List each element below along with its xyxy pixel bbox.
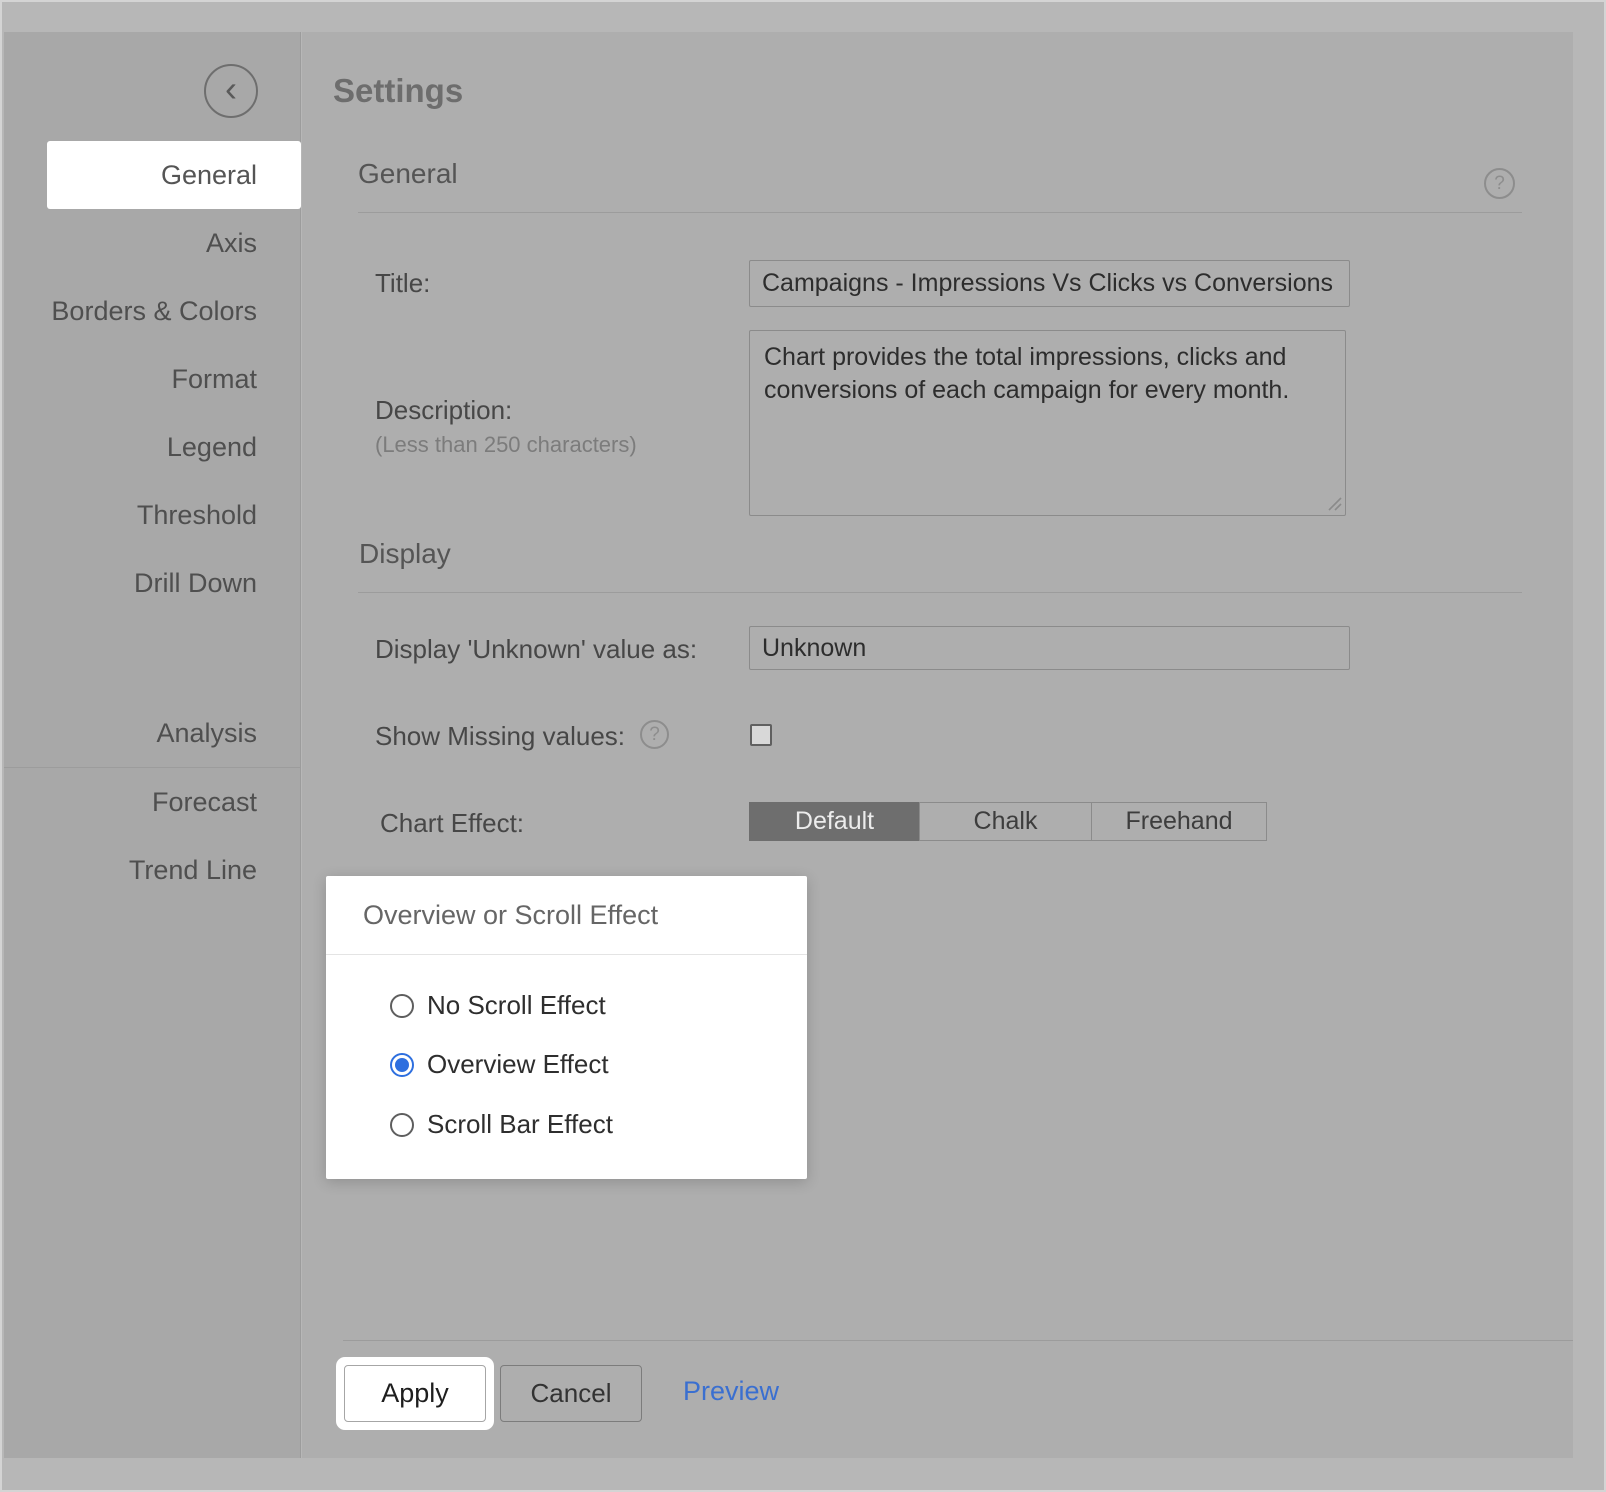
radio-label: No Scroll Effect (427, 990, 606, 1021)
scroll-effect-heading: Overview or Scroll Effect (363, 900, 658, 931)
sidebar-item-legend[interactable]: Legend (4, 413, 301, 481)
sidebar-item-threshold[interactable]: Threshold (4, 481, 301, 549)
chevron-left-icon: ‹ (225, 71, 237, 107)
missing-values-label: Show Missing values: (375, 721, 625, 752)
settings-dialog: ‹ General Axis Borders & Colors Format L… (0, 0, 1606, 1492)
description-textarea[interactable]: Chart provides the total impressions, cl… (749, 330, 1346, 516)
general-section-divider (358, 212, 1522, 213)
chart-effect-option-default[interactable]: Default (749, 802, 920, 841)
radio-label: Overview Effect (427, 1049, 609, 1080)
title-label: Title: (375, 268, 430, 299)
chart-effect-label: Chart Effect: (380, 808, 524, 839)
chart-effect-option-chalk[interactable]: Chalk (919, 802, 1092, 841)
scroll-effect-divider (326, 954, 807, 955)
sidebar-item-general[interactable]: General (47, 141, 301, 209)
question-mark-icon: ? (1494, 173, 1505, 195)
sidebar-item-drill-down[interactable]: Drill Down (4, 549, 301, 617)
sidebar-item-borders-colors[interactable]: Borders & Colors (4, 277, 301, 345)
apply-button[interactable]: Apply (336, 1357, 494, 1430)
settings-main-panel: Settings General ? Title: Description: (… (302, 32, 1573, 1458)
settings-sidebar: ‹ General Axis Borders & Colors Format L… (4, 32, 301, 1458)
radio-selected-icon (390, 1053, 414, 1077)
scroll-effect-panel: Overview or Scroll Effect No Scroll Effe… (326, 876, 807, 1179)
sidebar-section-analysis: Analysis (4, 699, 301, 767)
radio-label: Scroll Bar Effect (427, 1109, 613, 1140)
sidebar-item-format[interactable]: Format (4, 345, 301, 413)
sidebar-item-forecast[interactable]: Forecast (4, 768, 301, 836)
help-icon[interactable]: ? (1484, 168, 1515, 199)
radio-unselected-icon (390, 994, 414, 1018)
radio-no-scroll-effect[interactable]: No Scroll Effect (390, 990, 606, 1021)
page-title: Settings (333, 72, 463, 110)
general-section-heading: General (358, 158, 458, 190)
sidebar-nav: General Axis Borders & Colors Format Leg… (4, 141, 301, 904)
apply-button-label: Apply (344, 1365, 486, 1422)
preview-link[interactable]: Preview (683, 1376, 779, 1407)
sidebar-spacer (4, 617, 301, 699)
unknown-value-label: Display 'Unknown' value as: (375, 634, 697, 665)
sidebar-item-axis[interactable]: Axis (4, 209, 301, 277)
radio-unselected-icon (390, 1113, 414, 1137)
back-button[interactable]: ‹ (204, 64, 258, 118)
description-hint: (Less than 250 characters) (375, 432, 637, 458)
cancel-button[interactable]: Cancel (500, 1365, 642, 1422)
resize-handle-icon[interactable] (1327, 496, 1343, 512)
chart-effect-option-freehand[interactable]: Freehand (1091, 802, 1267, 841)
description-label: Description: (375, 395, 512, 426)
missing-values-help-icon[interactable]: ? (640, 720, 669, 749)
question-mark-icon: ? (649, 724, 660, 746)
radio-overview-effect[interactable]: Overview Effect (390, 1049, 609, 1080)
radio-scroll-bar-effect[interactable]: Scroll Bar Effect (390, 1109, 613, 1140)
description-field-wrap: Chart provides the total impressions, cl… (749, 330, 1346, 516)
display-section-heading: Display (359, 538, 451, 570)
footer-divider (343, 1340, 1573, 1341)
sidebar-item-trend-line[interactable]: Trend Line (4, 836, 301, 904)
title-input[interactable] (749, 260, 1350, 307)
missing-values-checkbox[interactable] (750, 724, 772, 746)
display-section-divider (358, 592, 1522, 593)
unknown-value-input[interactable] (749, 626, 1350, 670)
